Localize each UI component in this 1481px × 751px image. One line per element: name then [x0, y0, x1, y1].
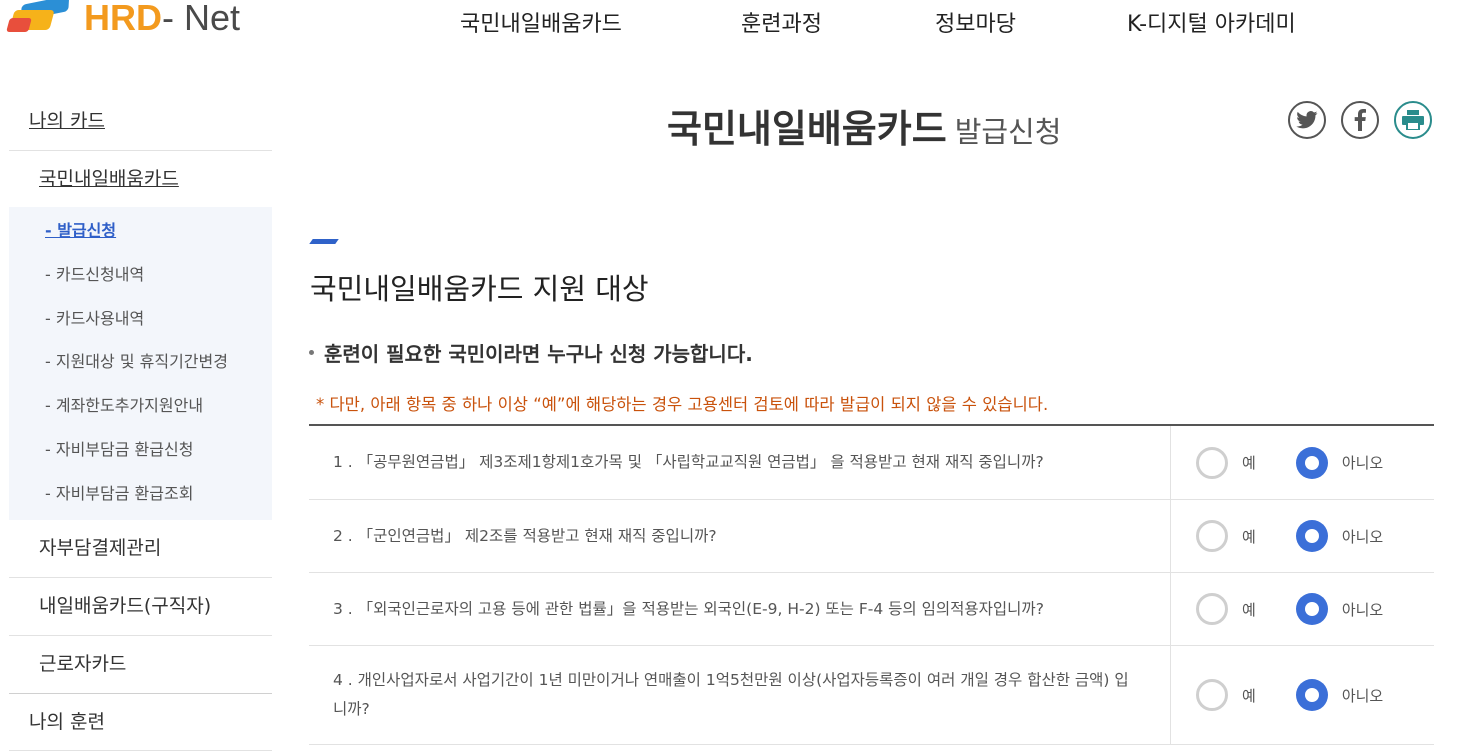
page-title-main: 국민내일배움카드	[667, 107, 947, 151]
section-accent-bar	[309, 239, 339, 244]
section-title: 국민내일배움카드 지원 대상	[310, 272, 649, 306]
option-yes[interactable]: 예	[1196, 679, 1256, 711]
logo-mark-icon	[6, 0, 78, 40]
nav-item-k-digital[interactable]: K-디지털 아카데미	[1127, 6, 1296, 38]
radio-yes[interactable]	[1196, 520, 1228, 552]
question-row: 4 . 개인사업자로서 사업기간이 1년 미만이거나 연매출이 1억5천만원 이…	[309, 646, 1434, 745]
question-options: 예 아니오	[1171, 646, 1434, 744]
question-text: 4 . 개인사업자로서 사업기간이 1년 미만이거나 연매출이 1억5천만원 이…	[309, 646, 1171, 744]
question-options: 예 아니오	[1171, 500, 1434, 572]
radio-no[interactable]	[1295, 679, 1328, 711]
option-yes-label: 예	[1242, 600, 1256, 619]
option-yes-label: 예	[1242, 686, 1256, 705]
print-icon[interactable]	[1394, 101, 1432, 139]
sidebar-item-refund-inquiry[interactable]: - 자비부담금 환급조회	[9, 472, 272, 516]
option-no-label: 아니오	[1341, 527, 1384, 546]
option-no[interactable]: 아니오	[1295, 593, 1384, 625]
sidebar-my-card[interactable]: 나의 카드	[9, 92, 272, 151]
logo-text: HRD- Net	[84, 0, 240, 39]
nav-item-info[interactable]: 정보마당	[935, 6, 1127, 38]
page-title-sub: 발급신청	[954, 115, 1062, 149]
option-yes[interactable]: 예	[1196, 593, 1256, 625]
logo-text-net: - Net	[162, 0, 241, 38]
notice-text: * 다만, 아래 항목 중 하나 이상 “예”에 해당하는 경우 고용센터 검토…	[316, 395, 1049, 414]
nav-item-card[interactable]: 국민내일배움카드	[460, 6, 741, 38]
option-no[interactable]: 아니오	[1295, 446, 1384, 479]
global-nav: 국민내일배움카드 훈련과정 정보마당 K-디지털 아카데미	[460, 6, 1296, 38]
sidebar-my-training[interactable]: 나의 훈련	[9, 694, 272, 751]
sidebar-item-usage-history[interactable]: - 카드사용내역	[9, 297, 272, 341]
page-title: 국민내일배움카드 발급신청	[667, 98, 1061, 153]
question-text: 3 . 「외국인근로자의 고용 등에 관한 법률」을 적용받는 외국인(E-9,…	[309, 573, 1171, 645]
question-text: 1 . 「공무원연금법」 제3조제1항제1호가목 및 「사립학교교직원 연금법」…	[309, 426, 1171, 499]
radio-no[interactable]	[1295, 446, 1328, 479]
option-yes-label: 예	[1242, 527, 1256, 546]
eligibility-questions: 1 . 「공무원연금법」 제3조제1항제1호가목 및 「사립학교교직원 연금법」…	[309, 424, 1434, 745]
radio-no[interactable]	[1295, 520, 1328, 552]
sidebar-item-refund-apply[interactable]: - 자비부담금 환급신청	[9, 428, 272, 472]
radio-no[interactable]	[1295, 593, 1328, 625]
twitter-icon[interactable]	[1288, 101, 1326, 139]
question-row: 3 . 「외국인근로자의 고용 등에 관한 법률」을 적용받는 외국인(E-9,…	[309, 573, 1434, 646]
question-row: 1 . 「공무원연금법」 제3조제1항제1호가목 및 「사립학교교직원 연금법」…	[309, 426, 1434, 500]
question-row: 2 . 「군인연금법」 제2조를 적용받고 현재 재직 중입니까? 예 아니오	[309, 500, 1434, 573]
sidebar-item-limit-extra[interactable]: - 계좌한도추가지원안내	[9, 384, 272, 428]
option-yes[interactable]: 예	[1196, 520, 1256, 552]
option-no[interactable]: 아니오	[1295, 520, 1384, 552]
option-no-label: 아니오	[1341, 454, 1384, 472]
option-yes-label: 예	[1242, 454, 1256, 472]
section-bullet: 훈련이 필요한 국민이라면 누구나 신청 가능합니다.	[309, 338, 753, 367]
question-options: 예 아니오	[1171, 426, 1434, 499]
share-buttons	[1288, 101, 1432, 139]
option-yes[interactable]: 예	[1196, 446, 1256, 479]
sidebar-national-card[interactable]: 국민내일배움카드	[9, 151, 272, 207]
sidebar-jobseeker-card[interactable]: 내일배움카드(구직자)	[9, 578, 272, 636]
nav-item-courses[interactable]: 훈련과정	[741, 6, 935, 38]
option-no-label: 아니오	[1341, 686, 1384, 705]
option-no[interactable]: 아니오	[1295, 679, 1384, 711]
question-text: 2 . 「군인연금법」 제2조를 적용받고 현재 재직 중입니까?	[309, 500, 1171, 572]
radio-yes[interactable]	[1196, 593, 1228, 625]
radio-yes[interactable]	[1196, 446, 1228, 479]
bullet-dot-icon	[309, 350, 314, 355]
sidebar-item-application-history[interactable]: - 카드신청내역	[9, 253, 272, 297]
facebook-icon[interactable]	[1341, 101, 1379, 139]
radio-yes[interactable]	[1196, 679, 1228, 711]
sidebar-worker-card[interactable]: 근로자카드	[9, 636, 272, 694]
question-options: 예 아니오	[1171, 573, 1434, 645]
sidebar-self-payment[interactable]: 자부담결제관리	[9, 520, 272, 578]
sidebar-item-apply[interactable]: - 발급신청	[9, 209, 272, 253]
site-logo[interactable]: HRD- Net	[6, 0, 240, 42]
logo-text-hrd: HRD	[84, 0, 162, 38]
sidebar: 나의 카드 국민내일배움카드 - 발급신청 - 카드신청내역 - 카드사용내역 …	[9, 92, 272, 751]
sidebar-sublist: - 발급신청 - 카드신청내역 - 카드사용내역 - 지원대상 및 휴직기간변경…	[9, 207, 272, 520]
section-bullet-text: 훈련이 필요한 국민이라면 누구나 신청 가능합니다.	[324, 342, 753, 366]
option-no-label: 아니오	[1341, 600, 1384, 619]
sidebar-item-eligibility-change[interactable]: - 지원대상 및 휴직기간변경	[9, 340, 272, 384]
